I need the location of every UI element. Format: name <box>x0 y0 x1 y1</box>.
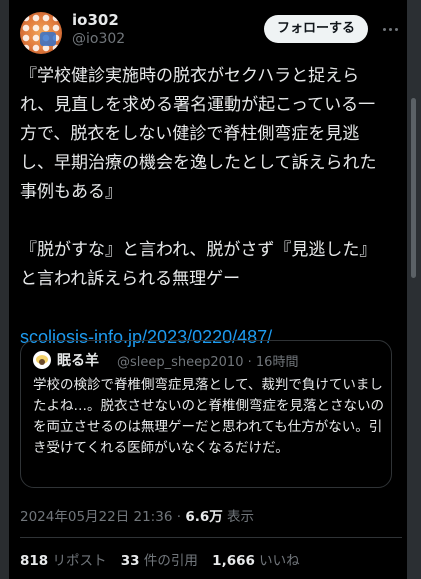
views-count: 6.6万 <box>185 509 223 525</box>
quote-separator: · <box>247 355 252 370</box>
avatar[interactable] <box>20 12 62 54</box>
sheep-face-icon <box>39 359 45 365</box>
reposts-stat[interactable]: 818 リポスト <box>20 553 111 569</box>
quote-meta: @sleep_sheep2010 · 16時間 <box>117 351 298 370</box>
quote-time[interactable]: 16時間 <box>256 355 299 370</box>
quote-handle[interactable]: @sleep_sheep2010 <box>117 355 243 370</box>
quoted-tweet[interactable]: 眠る羊 @sleep_sheep2010 · 16時間 学校の検診で脊椎側弯症見… <box>20 340 392 488</box>
tweet-card: io302 @io302 フォローする 『学校健診実施時の脱衣がセクハラと捉えら… <box>9 0 407 579</box>
likes-count: 1,666 <box>212 553 255 569</box>
tweet-meta: 2024年05月22日 21:36 · 6.6万 表示 <box>20 505 254 525</box>
tweet-paragraph-1: 『学校健診実施時の脱衣がセクハラと捉えられ、見直しを求める署名運動が起こっている… <box>20 66 377 202</box>
quote-avatar[interactable] <box>33 351 51 369</box>
window-edge-left <box>0 0 9 579</box>
likes-stat[interactable]: 1,666 いいね <box>212 553 300 569</box>
tweet-paragraph-2: 『脱がすな』と言われ、脱がさず『見逃した』と言われ訴えられる無理ゲー <box>20 240 377 289</box>
more-icon[interactable] <box>378 15 402 43</box>
more-dot <box>382 27 386 31</box>
more-dot <box>388 27 392 31</box>
avatar-accent <box>40 32 56 46</box>
divider <box>20 537 402 538</box>
author-display-name[interactable]: io302 <box>72 11 119 29</box>
quotes-count: 33 <box>120 553 140 569</box>
engagement-stats: 818 リポスト 33 件の引用 1,666 いいね <box>20 549 310 569</box>
likes-label: いいね <box>259 553 300 569</box>
quotes-label: 件の引用 <box>143 553 198 569</box>
quotes-stat[interactable]: 33 件の引用 <box>121 553 202 569</box>
scrollbar-track[interactable] <box>407 0 421 579</box>
tweet-datetime[interactable]: 2024年05月22日 21:36 <box>20 509 172 525</box>
reposts-label: リポスト <box>52 553 107 569</box>
more-dot <box>394 27 398 31</box>
reposts-count: 818 <box>20 553 49 569</box>
quote-display-name[interactable]: 眠る羊 <box>57 350 99 370</box>
scrollbar-thumb[interactable] <box>411 98 416 278</box>
quote-text: 学校の検診で脊椎側弯症見落として、裁判で負けていましたよね…。脱衣させないのと脊… <box>33 377 384 456</box>
tweet-body: 『学校健診実施時の脱衣がセクハラと捉えられ、見直しを求める署名運動が起こっている… <box>20 62 390 353</box>
follow-button[interactable]: フォローする <box>264 15 368 43</box>
views-label: 表示 <box>227 509 255 525</box>
meta-separator: · <box>176 509 182 525</box>
author-handle[interactable]: @io302 <box>72 31 125 47</box>
